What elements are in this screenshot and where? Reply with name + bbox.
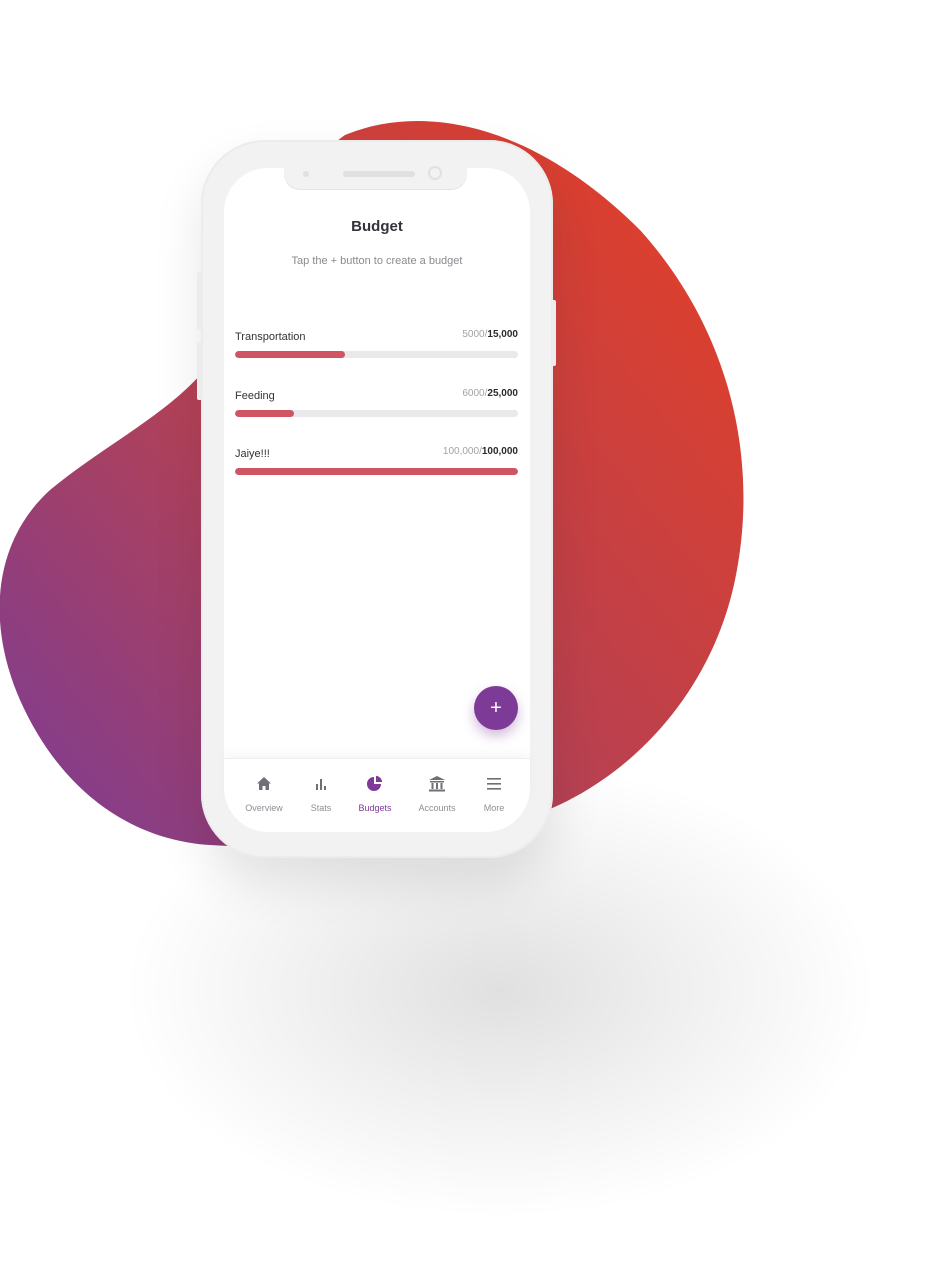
budget-spent: 6000 (462, 388, 485, 399)
tab-budgets[interactable]: Budgets (345, 775, 405, 813)
pie-chart-icon (367, 775, 383, 791)
tab-label: Accounts (418, 803, 456, 813)
tab-more[interactable]: More (464, 775, 524, 813)
tab-stats[interactable]: Stats (291, 775, 351, 813)
menu-icon (487, 778, 501, 790)
budget-item-transportation[interactable]: Transportation 5000/15,000 (235, 329, 518, 371)
add-budget-button[interactable]: + (474, 686, 518, 730)
budget-progress-track (235, 410, 518, 417)
budget-amount: 6000/25,000 (462, 388, 518, 399)
tab-overview[interactable]: Overview (234, 775, 294, 813)
budget-total: 25,000 (487, 388, 518, 399)
budget-spent: 5000 (462, 329, 485, 340)
budget-progress-fill (235, 468, 518, 475)
budget-progress-fill (235, 410, 295, 417)
budget-amount: 5000/15,000 (462, 329, 518, 340)
budget-progress-fill (235, 351, 346, 358)
budget-name: Feeding (235, 390, 275, 402)
budget-total: 100,000 (481, 446, 518, 457)
stage: Budget Tap the + button to create a budg… (0, 0, 938, 1283)
tab-label: Overview (245, 803, 283, 813)
budget-item-jaiye[interactable]: Jaiye!!! 100,000/100,000 (235, 446, 518, 488)
speaker-grille (343, 171, 415, 177)
phone-screen (224, 168, 530, 831)
tab-accounts[interactable]: Accounts (407, 775, 467, 813)
tab-label: Budgets (358, 803, 392, 813)
budget-progress-track (235, 351, 518, 358)
budget-total: 15,000 (487, 329, 518, 340)
budget-progress-track (235, 468, 518, 475)
bar-chart-icon (316, 779, 326, 790)
tab-label: Stats (310, 803, 332, 813)
phone-side-button-left-1 (197, 272, 202, 330)
home-icon (257, 777, 271, 790)
sensor-dot (303, 171, 309, 177)
budget-amount: 100,000/100,000 (442, 446, 518, 457)
tab-label: More (483, 803, 505, 813)
front-camera (428, 166, 442, 180)
budget-name: Jaiye!!! (235, 448, 270, 460)
phone-side-button-left-2 (197, 342, 202, 400)
budget-spent: 100,000 (442, 446, 480, 457)
page-subtitle: Tap the + button to create a budget (291, 255, 463, 267)
budget-item-feeding[interactable]: Feeding 6000/25,000 (235, 388, 518, 430)
budget-name: Transportation (235, 331, 306, 343)
bank-icon (429, 776, 445, 792)
phone-side-button-right (551, 300, 556, 366)
bottom-tab-bar: Overview Stats Budgets Accounts More (224, 758, 530, 832)
page-title: Budget (351, 218, 403, 235)
